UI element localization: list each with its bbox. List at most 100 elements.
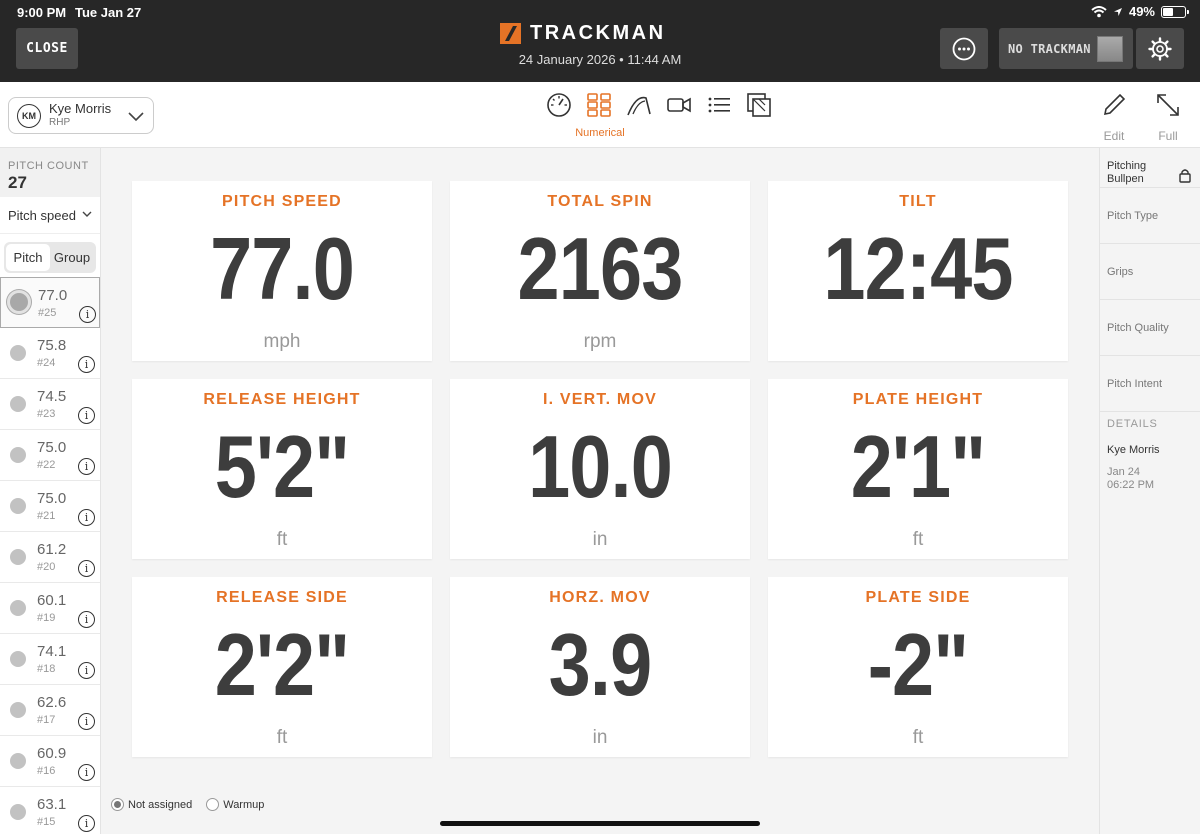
pitch-list-item[interactable]: 61.2 #20 i [0,532,100,583]
info-icon[interactable]: i [78,407,95,424]
pitch-number: #18 [37,663,56,675]
metric-card[interactable]: PITCH SPEED 77.0 mph [132,181,432,361]
home-indicator [440,821,760,826]
not-assigned-radio[interactable] [111,798,124,811]
pitch-list-item[interactable]: 75.0 #21 i [0,481,100,532]
pitch-value: 75.8 [37,337,67,354]
metric-dropdown-value: Pitch speed [8,207,76,223]
metric-title: PLATE HEIGHT [852,391,984,408]
details-date: Jan 24 [1107,466,1141,478]
pitch-number: #19 [37,612,56,624]
top-bar: 9:00 PM Tue Jan 27 49% CLOSE TRACKMAN 24… [0,0,1200,82]
pitch-list-item[interactable]: 63.1 #15 i [0,787,100,834]
pitch-list-item[interactable]: 62.6 #17 i [0,685,100,736]
numerical-view-button[interactable] [586,92,612,118]
pitch-value: 63.1 [37,796,67,813]
trackman-logo: TRACKMAN [500,22,666,45]
pitch-attribute-item[interactable]: Pitch Intent [1100,356,1200,412]
pitch-list-item[interactable]: 60.1 #19 i [0,583,100,634]
list-view-button[interactable] [706,92,732,118]
trajectory-icon [627,96,651,116]
battery-percent: 49% [1128,4,1155,19]
metric-title: TILT [899,193,937,210]
metric-dropdown[interactable]: Pitch speed [0,197,100,234]
pitch-number: #22 [37,459,56,471]
chevron-down-icon [128,112,144,122]
view-switcher [546,92,772,118]
pitch-number: #15 [37,816,56,828]
metric-card[interactable]: I. VERT. MOV 10.0 in [450,379,750,559]
metric-card[interactable]: PLATE SIDE -2" ft [768,577,1068,757]
grid-numerical-icon [587,93,611,117]
info-icon[interactable]: i [79,306,96,323]
pitch-number: #23 [37,408,56,420]
toggle-group[interactable]: Group [50,244,94,271]
pitch-number: #20 [37,561,56,573]
info-icon[interactable]: i [78,662,95,679]
metric-unit: in [592,727,608,748]
info-icon[interactable]: i [78,509,95,526]
pitch-list-item[interactable]: 75.0 #22 i [0,430,100,481]
expand-icon [1157,94,1179,116]
info-icon[interactable]: i [78,611,95,628]
gauge-view-button[interactable] [546,92,572,118]
pitch-dot [10,549,26,565]
pitch-number: #24 [37,357,56,369]
info-icon[interactable]: i [78,356,95,373]
pitch-attribute-item[interactable]: Pitch Quality [1100,300,1200,356]
metric-value: 5'2" [214,417,350,516]
device-connection-button[interactable]: NO TRACKMAN [999,28,1133,69]
pitch-dot [10,702,26,718]
pitch-attribute-item[interactable]: Grips [1100,244,1200,300]
info-icon[interactable]: i [78,560,95,577]
pitch-value: 74.5 [37,388,67,405]
status-indicators: 49% [1091,4,1189,19]
pitch-attribute-item[interactable]: Pitch Type [1100,188,1200,244]
more-options-button[interactable] [940,28,988,69]
pitch-list-sidebar: PITCH COUNT 27 Pitch speed Pitch Group 7… [0,148,101,834]
pitch-number: #16 [37,765,56,777]
video-view-button[interactable] [666,92,692,118]
pitch-count-value: 27 [8,173,27,192]
details-timestamp: Jan 24 06:22 PM [1100,456,1200,492]
metric-title: I. VERT. MOV [543,391,657,408]
pitch-group-toggle: Pitch Group [4,242,96,273]
info-icon[interactable]: i [78,458,95,475]
toggle-pitch[interactable]: Pitch [6,244,50,271]
pitch-value: 77.0 [38,287,68,304]
pitch-list-item[interactable]: 77.0 #25 i [0,277,100,328]
warmup-label: Warmup [223,798,265,811]
info-icon[interactable]: i [78,764,95,781]
metric-card[interactable]: RELEASE SIDE 2'2" ft [132,577,432,757]
info-icon[interactable]: i [78,713,95,730]
edit-button[interactable]: Edit [1096,92,1132,143]
metric-value: 77.0 [210,219,355,318]
fullscreen-button[interactable]: Full [1150,92,1186,143]
status-time: 9:00 PM [17,5,67,20]
pitch-value: 75.0 [37,490,67,507]
pitch-list-item[interactable]: 74.1 #18 i [0,634,100,685]
pitch-value: 60.9 [37,745,67,762]
pitch-list-item[interactable]: 60.9 #16 i [0,736,100,787]
pitch-list-item[interactable]: 74.5 #23 i [0,379,100,430]
metric-value: 2'1" [850,417,986,516]
metric-value: -2" [867,615,969,714]
metric-card[interactable]: TILT 12:45 [768,181,1068,361]
metric-card[interactable]: PLATE HEIGHT 2'1" ft [768,379,1068,559]
pitch-number: #25 [38,307,57,319]
metric-title: PLATE SIDE [865,589,971,606]
view-toolbar: KM Kye Morris RHP Numerical Edit Full [0,82,1200,148]
logo-text: TRACKMAN [530,22,666,44]
metric-card[interactable]: TOTAL SPIN 2163 rpm [450,181,750,361]
pitch-list-item[interactable]: 75.8 #24 i [0,328,100,379]
info-icon[interactable]: i [78,815,95,832]
warmup-radio[interactable] [206,798,220,811]
assignment-options: Not assigned Warmup [111,798,264,811]
metric-card[interactable]: RELEASE HEIGHT 5'2" ft [132,379,432,559]
location-icon [1113,7,1122,16]
strike-zone-view-button[interactable] [746,92,772,118]
settings-gear-icon [1148,36,1172,61]
metric-card[interactable]: HORZ. MOV 3.9 in [450,577,750,757]
settings-button[interactable] [1136,28,1184,69]
trajectory-view-button[interactable] [626,92,652,118]
